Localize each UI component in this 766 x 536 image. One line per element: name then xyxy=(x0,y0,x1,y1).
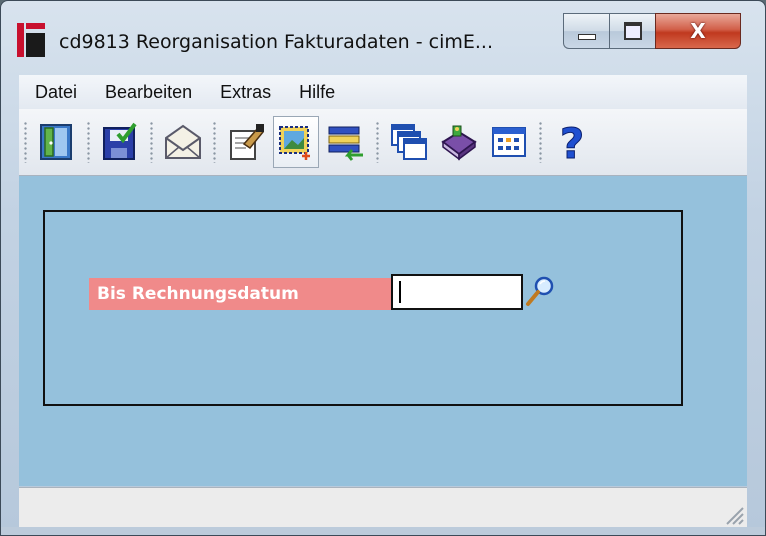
help-button[interactable]: ? xyxy=(549,116,595,168)
calendar-button[interactable] xyxy=(486,116,532,168)
maximize-button[interactable] xyxy=(609,13,655,49)
exit-button[interactable] xyxy=(34,116,80,168)
windows-button[interactable] xyxy=(386,116,432,168)
title-bar[interactable]: cd9813 Reorganisation Fakturadaten - cim… xyxy=(1,1,765,67)
maximize-icon xyxy=(623,22,642,40)
toolbar-separator xyxy=(375,121,380,163)
new-record-icon xyxy=(279,126,310,160)
menu-extras[interactable]: Extras xyxy=(208,82,283,103)
toolbar-separator xyxy=(86,121,91,163)
window-frame-bottom xyxy=(1,527,765,535)
menu-bearbeiten[interactable]: Bearbeiten xyxy=(93,82,204,103)
rechnungsdatum-input[interactable] xyxy=(391,274,523,310)
mail-button[interactable] xyxy=(160,116,206,168)
windows-cascade-icon xyxy=(391,124,427,160)
application-window: cd9813 Reorganisation Fakturadaten - cim… xyxy=(0,0,766,536)
menu-hilfe[interactable]: Hilfe xyxy=(287,82,347,103)
toolbar: ? xyxy=(19,109,747,176)
magnifier-icon xyxy=(526,276,554,306)
list-transfer-icon xyxy=(328,126,363,161)
calendar-grid-icon xyxy=(492,127,526,157)
new-record-button[interactable] xyxy=(273,116,319,168)
minimize-button[interactable] xyxy=(563,13,609,49)
field-label-bis-rechnungsdatum: Bis Rechnungsdatum xyxy=(89,278,391,310)
resize-grip-icon[interactable] xyxy=(721,502,745,526)
edit-note-icon xyxy=(230,124,265,160)
mail-envelope-icon xyxy=(165,124,201,159)
toolbar-separator xyxy=(149,121,154,163)
book-icon xyxy=(441,125,477,161)
toolbar-separator xyxy=(212,121,217,163)
toolbar-separator xyxy=(23,121,28,163)
client-area: Bis Rechnungsdatum xyxy=(19,176,747,486)
save-disk-icon xyxy=(103,122,137,160)
menu-datei[interactable]: Datei xyxy=(23,82,89,103)
exit-door-icon xyxy=(40,124,72,160)
close-button[interactable]: X xyxy=(655,13,741,49)
list-transfer-button[interactable] xyxy=(323,116,369,168)
status-bar xyxy=(19,487,747,528)
menu-bar: Datei Bearbeiten Extras Hilfe xyxy=(19,75,747,110)
save-button[interactable] xyxy=(97,116,143,168)
close-icon: X xyxy=(690,19,706,43)
app-logo-icon[interactable] xyxy=(17,23,45,57)
lookup-button[interactable] xyxy=(523,272,559,308)
window-title: cd9813 Reorganisation Fakturadaten - cim… xyxy=(59,31,493,53)
book-button[interactable] xyxy=(436,116,482,168)
caption-buttons: X xyxy=(563,13,741,51)
help-question-icon: ? xyxy=(559,120,584,164)
toolbar-separator xyxy=(538,121,543,163)
minimize-icon xyxy=(577,34,596,40)
svg-text:?: ? xyxy=(560,120,584,164)
edit-button[interactable] xyxy=(223,116,269,168)
text-caret xyxy=(399,281,401,303)
